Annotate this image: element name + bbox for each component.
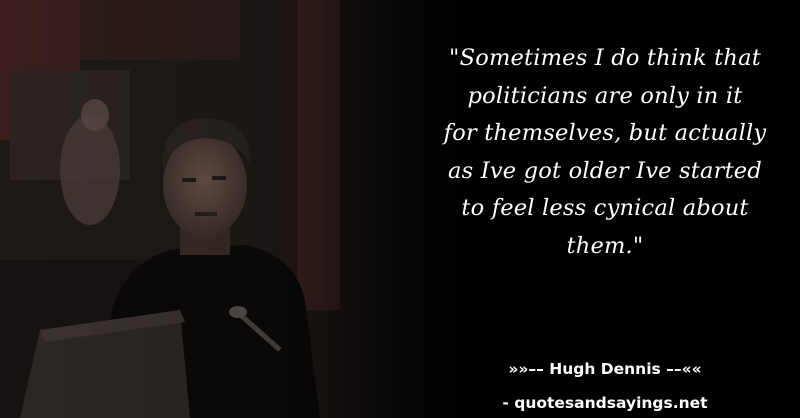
quote-line: for themselves, but actually	[443, 120, 767, 146]
quote-line: "Sometimes I do think that	[449, 45, 761, 71]
quote-line: to feel less cynical about	[461, 195, 749, 221]
quote-source: - quotesandsayings.net	[502, 394, 708, 412]
quote-author: »»–– Hugh Dennis ––««	[508, 360, 702, 378]
quote-line: them."	[566, 232, 644, 259]
quote-card: "Sometimes I do think that politicians a…	[0, 0, 800, 418]
quote-text: "Sometimes I do think that politicians a…	[410, 40, 800, 265]
quote-line: politicians are only in it	[467, 82, 743, 109]
quote-line: as Ive got older Ive started	[448, 157, 762, 184]
